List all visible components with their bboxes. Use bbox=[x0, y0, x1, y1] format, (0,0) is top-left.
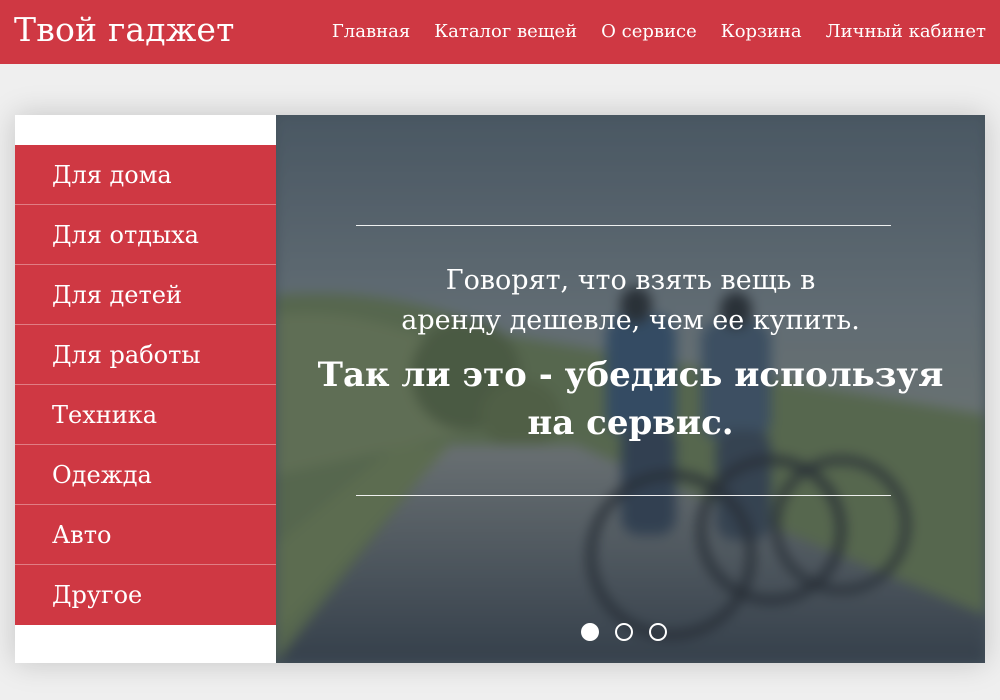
top-navigation: Главная Каталог вещей О сервисе Корзина … bbox=[308, 20, 986, 44]
hero-headline-line-1: Так ли это - убедись используя bbox=[317, 355, 944, 395]
nav-home-link[interactable]: Главная bbox=[332, 20, 410, 44]
hero-quote-line-2: аренду дешевле, чем ее купить. bbox=[401, 305, 860, 336]
slider-dot-3[interactable] bbox=[649, 623, 667, 641]
slider-dot-1[interactable] bbox=[581, 623, 599, 641]
sidebar-item-kids[interactable]: Для детей bbox=[15, 265, 276, 325]
main-card: Для дома Для отдыха Для детей Для работы… bbox=[15, 115, 985, 663]
sidebar-item-home[interactable]: Для дома bbox=[15, 145, 276, 205]
nav-about-link[interactable]: О сервисе bbox=[601, 20, 697, 44]
slider-pagination bbox=[581, 623, 683, 641]
hero-quote-line-1: Говорят, что взять вещь в bbox=[445, 265, 816, 296]
sidebar-item-clothing[interactable]: Одежда bbox=[15, 445, 276, 505]
site-header: Твой гаджет Главная Каталог вещей О серв… bbox=[0, 0, 1000, 64]
slider-dot-2[interactable] bbox=[615, 623, 633, 641]
category-sidebar: Для дома Для отдыха Для детей Для работы… bbox=[15, 145, 276, 625]
hero-bottom-divider bbox=[356, 495, 891, 496]
site-logo-text[interactable]: Твой гаджет bbox=[14, 10, 235, 50]
nav-catalog-link[interactable]: Каталог вещей bbox=[434, 20, 577, 44]
sidebar-item-auto[interactable]: Авто bbox=[15, 505, 276, 565]
sidebar-item-work[interactable]: Для работы bbox=[15, 325, 276, 385]
sidebar-item-leisure[interactable]: Для отдыха bbox=[15, 205, 276, 265]
hero-slider: Говорят, что взять вещь в аренду дешевле… bbox=[276, 115, 985, 663]
nav-cart-link[interactable]: Корзина bbox=[721, 20, 802, 44]
hero-top-divider bbox=[356, 225, 891, 226]
hero-headline-line-2: на сервис. bbox=[527, 403, 734, 443]
nav-account-link[interactable]: Личный кабинет bbox=[826, 20, 986, 44]
sidebar-item-other[interactable]: Другое bbox=[15, 565, 276, 625]
sidebar-item-electronics[interactable]: Техника bbox=[15, 385, 276, 445]
